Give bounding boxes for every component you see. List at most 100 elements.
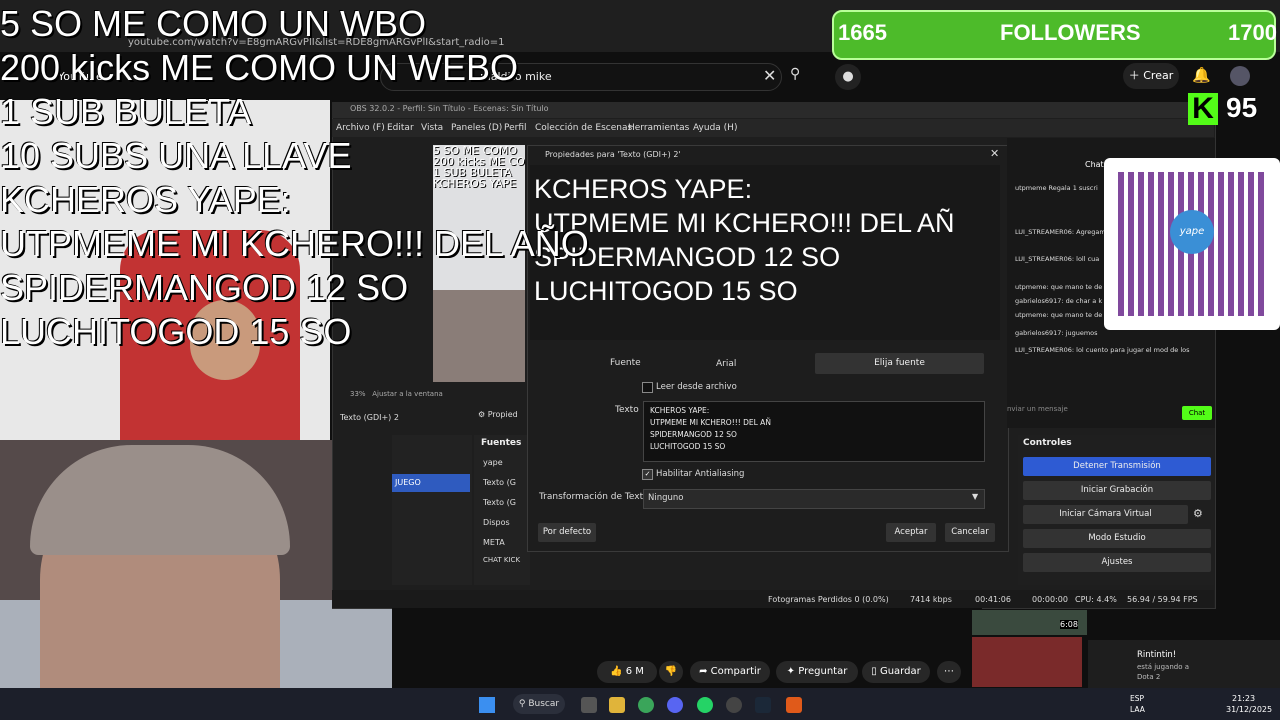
windows-start-icon[interactable]	[479, 697, 495, 713]
search-icon[interactable]: ⚲	[790, 66, 816, 88]
source-item[interactable]: Dispos	[483, 518, 510, 527]
zoom-value: 33%	[350, 390, 366, 398]
menu-herramientas[interactable]: Herramientas	[628, 123, 689, 133]
notification-name: Rintintin!	[1137, 650, 1177, 660]
source-item[interactable]: CHAT KICK	[483, 556, 520, 564]
scene-label: JUEGO	[395, 478, 421, 487]
followers-current: 1665	[838, 20, 887, 45]
stop-stream-button[interactable]: Detener Transmisión	[1023, 457, 1211, 476]
preview-line: SPIDERMANGOD 12 SO	[534, 242, 841, 272]
transform-value: Ninguno	[648, 493, 684, 503]
close-icon[interactable]: ✕	[763, 66, 776, 85]
ask-label: Preguntar	[798, 666, 848, 677]
share-label: Compartir	[710, 666, 761, 677]
sources-header: Fuentes	[481, 438, 522, 448]
chat-input[interactable]: nviar un mensaje	[1007, 405, 1087, 420]
source-item[interactable]: yape	[483, 458, 503, 467]
preview-line: UTPMEME MI KCHERO!!! DEL AÑ	[534, 208, 955, 238]
controls-header: Controles	[1023, 438, 1072, 448]
overlay-line: 1 SUB BULETA	[0, 91, 252, 132]
stream-overlay-text: 5 SO ME COMO UN WBO 200 kicks ME COMO UN…	[0, 2, 589, 354]
source-item[interactable]: Texto (G	[483, 478, 516, 487]
save-button[interactable]: ▯ Guardar	[862, 661, 930, 683]
transform-label: Transformación de Texto	[539, 492, 649, 502]
selected-source: Texto (GDI+) 2	[340, 413, 399, 422]
transform-select[interactable]	[643, 489, 985, 509]
whatsapp-icon[interactable]	[697, 697, 713, 713]
live-time: 00:41:06	[975, 595, 1011, 604]
obs-icon[interactable]	[726, 697, 742, 713]
antialias-checkbox[interactable]: ✓	[642, 469, 653, 480]
file-explorer-icon[interactable]	[609, 697, 625, 713]
chat-header: Chat	[1085, 160, 1104, 169]
accept-button[interactable]: Aceptar	[886, 523, 936, 542]
preview-line: LUCHITOGOD 15 SO	[534, 276, 798, 306]
like-button[interactable]: 👍 6 M	[597, 661, 657, 683]
zoom-level[interactable]: 33% Ajustar a la ventana	[350, 390, 443, 398]
kick-logo: K	[1188, 93, 1218, 125]
bitrate: 7414 kbps	[910, 595, 952, 604]
ask-button[interactable]: ✦ Preguntar	[776, 661, 858, 683]
like-count: 6 M	[625, 666, 644, 677]
preview-line: KCHEROS YAPE:	[534, 174, 753, 204]
dislike-icon[interactable]: 👎	[659, 661, 683, 683]
youtube-action-row	[392, 608, 982, 658]
default-button[interactable]: Por defecto	[538, 523, 596, 542]
start-recording-button[interactable]: Iniciar Grabación	[1023, 481, 1211, 500]
source-item[interactable]: Texto (G	[483, 498, 516, 507]
create-label: Crear	[1143, 69, 1174, 82]
fit-window: Ajustar a la ventana	[372, 390, 443, 398]
choose-font-button[interactable]: Elija fuente	[815, 353, 984, 374]
source-item[interactable]: META	[483, 538, 505, 547]
steam-icon[interactable]	[755, 697, 771, 713]
chat-send-button[interactable]: Chat	[1182, 406, 1212, 420]
fps: 56.94 / 59.94 FPS	[1127, 595, 1198, 604]
studio-mode-button[interactable]: Modo Estudio	[1023, 529, 1211, 548]
overlay-line: 200 kicks ME COMO UN WEBO	[0, 47, 519, 88]
dialog-title: Propiedades para 'Texto (GDI+) 2'	[545, 150, 681, 159]
antialias-label: Habilitar Antialiasing	[656, 469, 745, 479]
notification-game: Dota 2	[1137, 673, 1161, 681]
overlay-line: SPIDERMANGOD 12 SO	[0, 267, 409, 308]
read-file-checkbox[interactable]	[642, 382, 653, 393]
app-icon[interactable]	[786, 697, 802, 713]
font-label: Fuente	[610, 358, 641, 368]
followers-goal: 1700	[1228, 20, 1277, 45]
more-icon[interactable]: ⋯	[937, 661, 961, 683]
overlay-line: LUCHITOGOD 15 SO	[0, 311, 352, 352]
close-icon[interactable]: ✕	[990, 147, 999, 160]
avatar[interactable]	[1230, 66, 1250, 86]
taskbar-search[interactable]: ⚲ Buscar	[513, 694, 565, 714]
chevron-down-icon[interactable]: ▼	[972, 492, 978, 501]
dialog-preview-text: KCHEROS YAPE: UTPMEME MI KCHERO!!! DEL A…	[534, 172, 1002, 308]
share-button[interactable]: ➦ Compartir	[690, 661, 770, 683]
task-view-icon[interactable]	[581, 697, 597, 713]
language-layout: LAA	[1130, 705, 1145, 714]
properties-button[interactable]: ⚙ Propied	[478, 410, 518, 419]
chat-message: LUI_STREAMER06: lol cuento para jugar el…	[1015, 346, 1190, 354]
settings-button[interactable]: Ajustes	[1023, 553, 1211, 572]
scenes-panel	[392, 435, 472, 585]
save-label: Guardar	[879, 666, 921, 677]
clock-time[interactable]: 21:23	[1232, 694, 1255, 703]
discord-icon[interactable]	[667, 697, 683, 713]
dropped-frames: Fotogramas Perdidos 0 (0.0%)	[768, 595, 889, 604]
cancel-button[interactable]: Cancelar	[945, 523, 995, 542]
video-thumbnail[interactable]	[972, 637, 1082, 687]
bell-icon[interactable]: 🔔	[1192, 66, 1211, 84]
kick-viewer-count: 95	[1226, 92, 1258, 123]
gear-icon[interactable]: ⚙	[1193, 507, 1203, 520]
clock-date: 31/12/2025	[1226, 705, 1273, 714]
video-duration: 6:08	[1060, 620, 1078, 629]
overlay-line: UTPMEME MI KCHERO!!! DEL AÑO	[0, 223, 589, 264]
text-input-value[interactable]: KCHEROS YAPE: UTPMEME MI KCHERO!!! DEL A…	[650, 405, 771, 453]
notification-text: está jugando a	[1137, 663, 1190, 671]
virtual-camera-button[interactable]: Iniciar Cámara Virtual	[1023, 505, 1188, 524]
chrome-icon[interactable]	[638, 697, 654, 713]
read-file-label: Leer desde archivo	[656, 382, 737, 392]
create-button[interactable]: ＋ Crear	[1123, 63, 1179, 89]
language-indicator[interactable]: ESP	[1130, 694, 1144, 703]
menu-ayuda[interactable]: Ayuda (H)	[693, 123, 737, 133]
overlay-line: 5 SO ME COMO UN WBO	[0, 3, 427, 44]
mic-icon[interactable]: ●	[835, 64, 861, 90]
